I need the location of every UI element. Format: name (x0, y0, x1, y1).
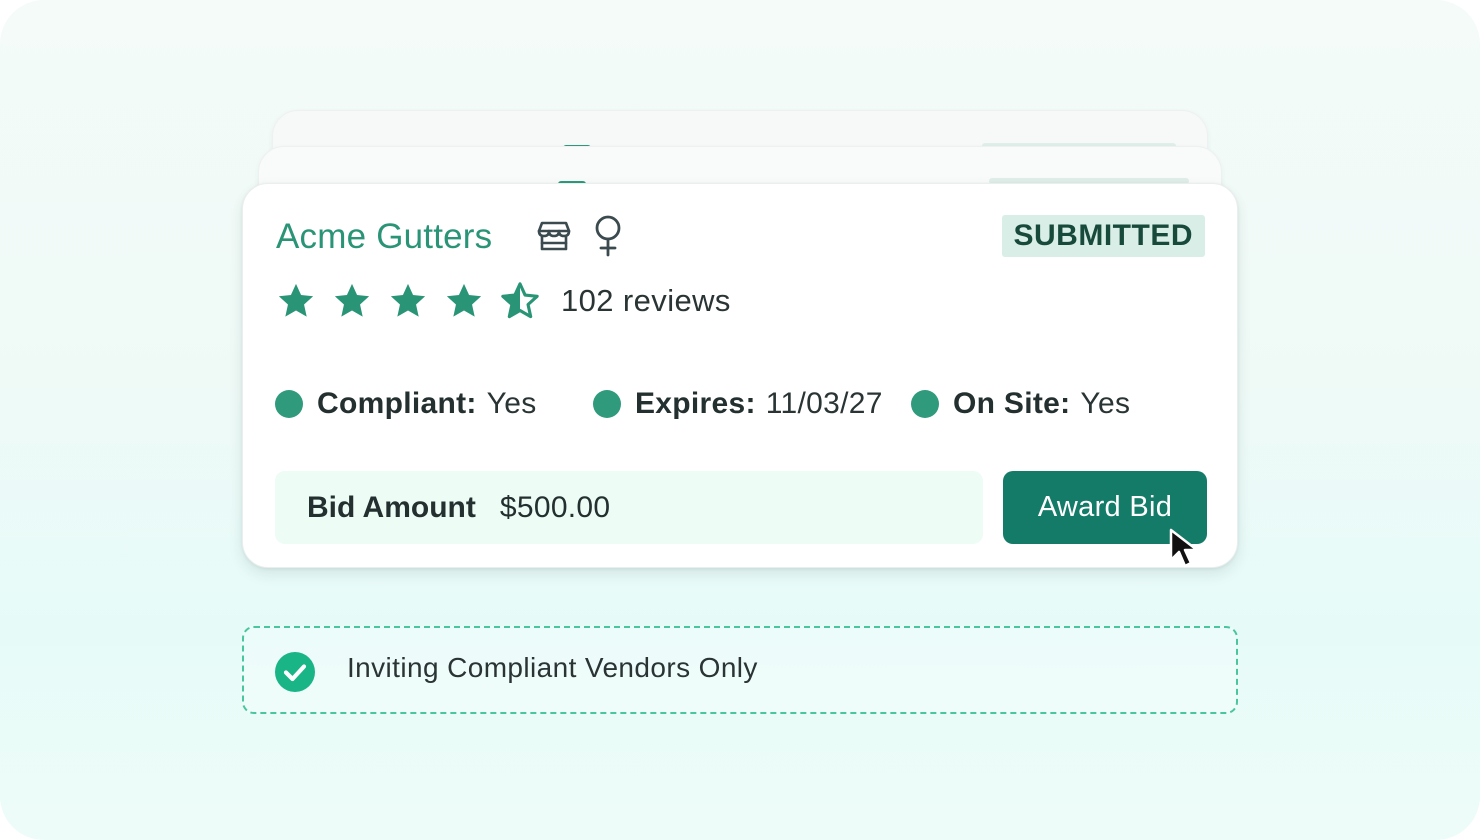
bid-amount-field: Bid Amount $500.00 (275, 471, 983, 544)
mouse-pointer-icon (1169, 528, 1199, 568)
meta-value: Yes (486, 387, 537, 420)
meta-value: Yes (1080, 387, 1131, 420)
vendor-bid-card: Acme Gutters SUBMITTED 102 reviews Compl… (242, 183, 1238, 568)
bid-amount-label: Bid Amount (307, 490, 476, 524)
half-star-icon (501, 282, 539, 319)
meta-value: 11/03/27 (765, 387, 883, 420)
status-badge: SUBMITTED (1001, 215, 1205, 257)
review-count[interactable]: 102 reviews (561, 283, 731, 319)
meta-label: Compliant: (317, 387, 477, 420)
star-icon (278, 283, 314, 317)
check-circle-icon (275, 652, 315, 692)
status-dot (593, 390, 621, 418)
status-dot (911, 390, 939, 418)
female-icon (595, 215, 621, 257)
vendor-name[interactable]: Acme Gutters (276, 217, 492, 257)
bid-amount-value: $500.00 (499, 490, 611, 524)
star-icon (334, 283, 370, 317)
star-icon (446, 283, 482, 317)
meta-expires: Expires: 11/03/27 (593, 384, 883, 424)
compliant-vendors-notice: Inviting Compliant Vendors Only (242, 626, 1238, 714)
meta-on-site: On Site: Yes (911, 384, 1130, 424)
notice-text: Inviting Compliant Vendors Only (347, 652, 758, 683)
meta-compliant: Compliant: Yes (275, 384, 537, 424)
meta-label: Expires: (635, 387, 756, 420)
canvas: Acme Gutters SUBMITTED 102 reviews Compl… (0, 0, 1480, 840)
status-dot (275, 390, 303, 418)
star-rating (275, 280, 555, 322)
star-icon (390, 283, 426, 317)
store-icon (537, 221, 571, 251)
meta-label: On Site: (953, 387, 1071, 420)
